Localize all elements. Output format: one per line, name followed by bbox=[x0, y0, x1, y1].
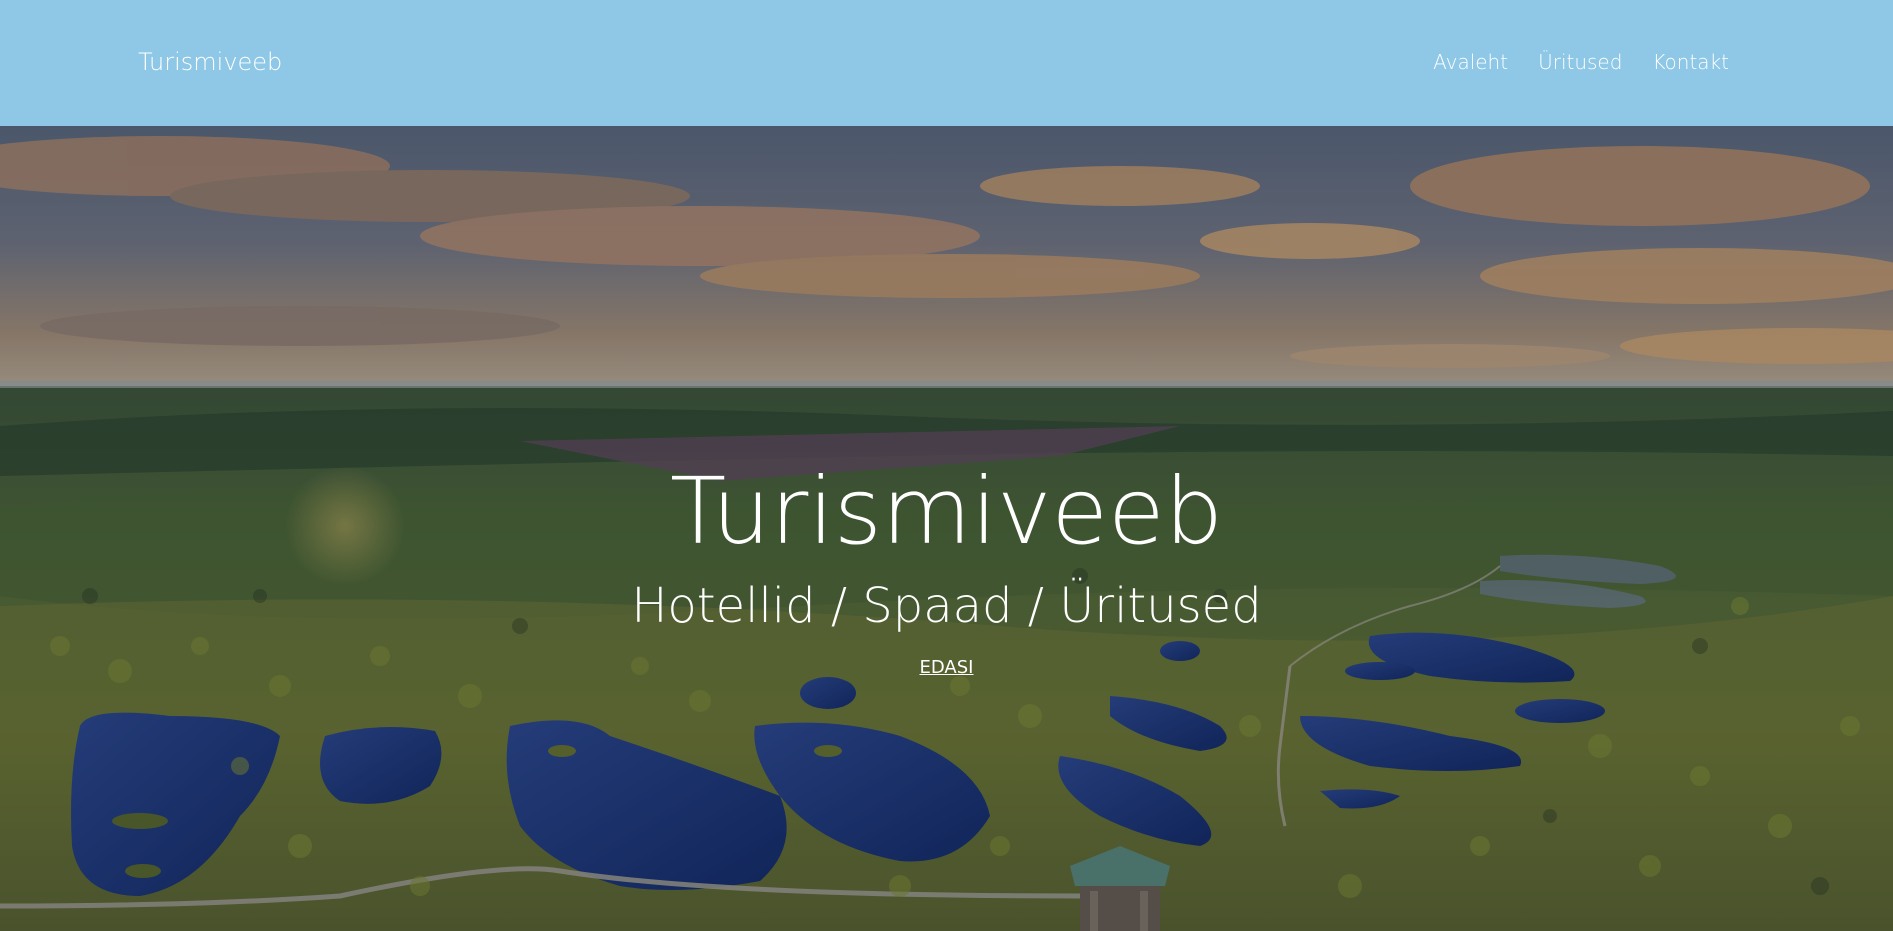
main-nav: Avaleht Üritused Kontakt bbox=[1433, 49, 1729, 75]
hero-subtitle: Hotellid / Spaad / Üritused bbox=[631, 578, 1262, 634]
hero-section: Turismiveeb Hotellid / Spaad / Üritused … bbox=[0, 126, 1893, 931]
nav-link-uritused[interactable]: Üritused bbox=[1538, 49, 1622, 75]
nav-link-kontakt[interactable]: Kontakt bbox=[1652, 49, 1729, 75]
hero-title: Turismiveeb bbox=[669, 458, 1224, 565]
nav-link-avaleht[interactable]: Avaleht bbox=[1433, 49, 1508, 75]
top-navbar: Turismiveeb Avaleht Üritused Kontakt bbox=[0, 0, 1893, 126]
hero-content: Turismiveeb Hotellid / Spaad / Üritused … bbox=[0, 458, 1893, 680]
edasi-link[interactable]: EDASI bbox=[920, 656, 974, 680]
brand-link[interactable]: Turismiveeb bbox=[138, 47, 282, 77]
